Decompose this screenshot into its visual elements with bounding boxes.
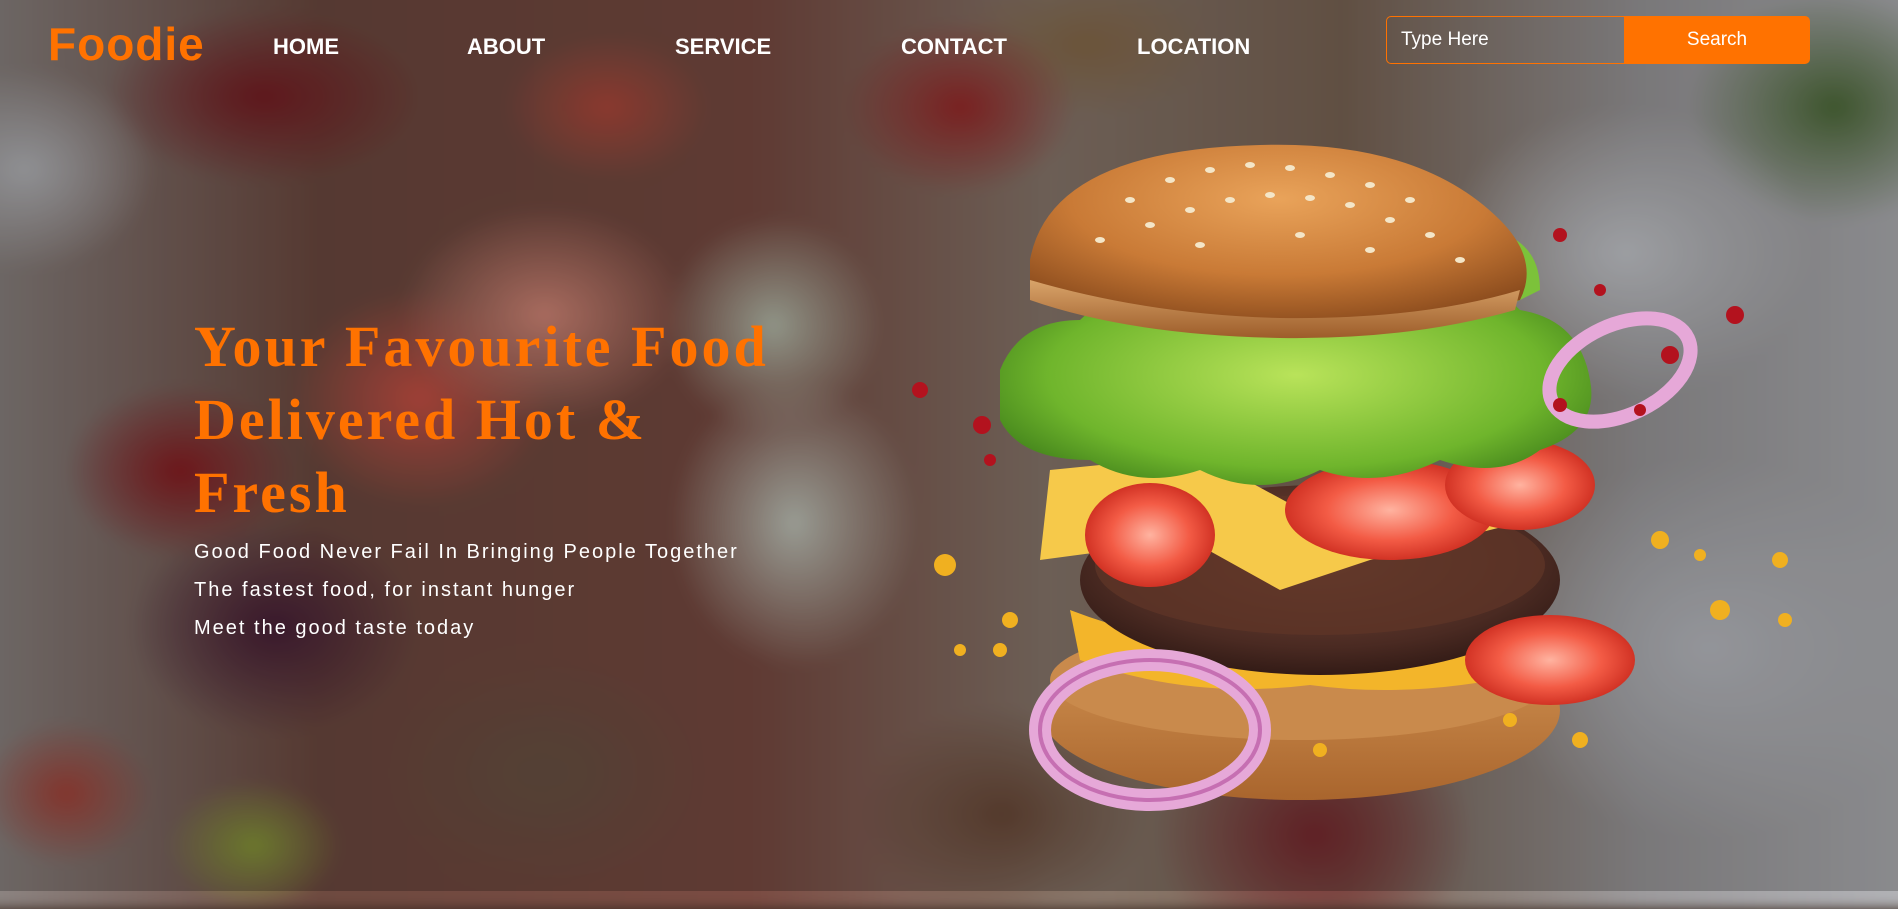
nav-about[interactable]: ABOUT	[467, 34, 545, 60]
nav-location[interactable]: LOCATION	[1137, 34, 1250, 60]
hero-tagline: Meet the good taste today	[194, 617, 476, 639]
hero-section: Your Favourite Food Delivered Hot & Fres…	[194, 310, 874, 647]
nav-contact[interactable]: CONTACT	[901, 34, 1007, 60]
search-input[interactable]	[1386, 16, 1624, 64]
nav-service[interactable]: SERVICE	[675, 34, 771, 60]
hero-taglines: Good Food Never Fail In Bringing People …	[194, 533, 874, 647]
hero-title: Your Favourite Food Delivered Hot & Fres…	[194, 310, 874, 529]
nav-home[interactable]: HOME	[273, 34, 339, 60]
navbar: Foodie HOME ABOUT SERVICE CONTACT LOCATI…	[0, 0, 1898, 90]
hero-tagline: The fastest food, for instant hunger	[194, 579, 577, 601]
brand-logo[interactable]: Foodie	[48, 18, 205, 70]
search-button[interactable]: Search	[1624, 16, 1810, 64]
burger-image	[912, 144, 1792, 811]
hero-title-line: Delivered Hot &	[194, 387, 648, 452]
hero-title-line: Your Favourite Food	[194, 314, 769, 379]
search-box: Search	[1386, 16, 1810, 64]
hero-tagline: Good Food Never Fail In Bringing People …	[194, 541, 739, 563]
hero-title-line: Fresh	[194, 460, 350, 525]
